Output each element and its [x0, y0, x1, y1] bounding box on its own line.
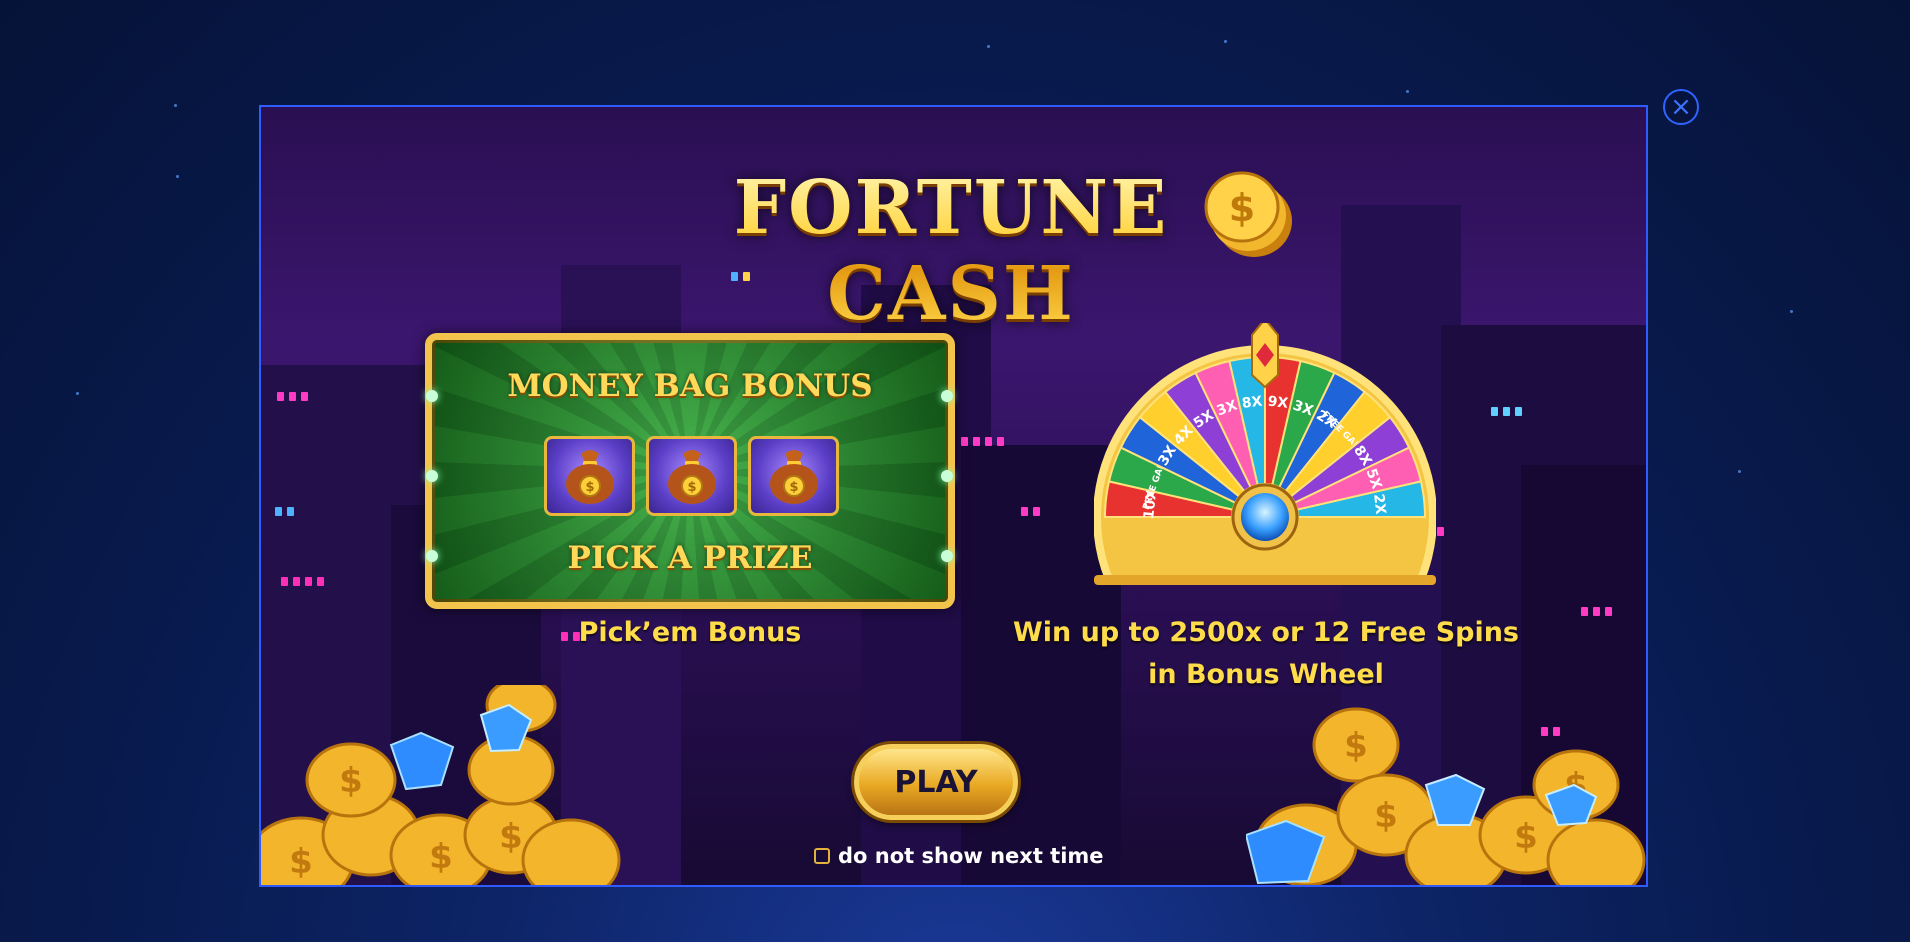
money-bag-row: $ $ $: [544, 436, 839, 516]
svg-text:$: $: [1229, 186, 1255, 230]
diamond-hub-icon: [1241, 493, 1289, 541]
dont-show-toggle[interactable]: do not show next time: [814, 844, 1104, 868]
play-button[interactable]: PLAY: [854, 744, 1018, 820]
money-bag-tile[interactable]: $: [748, 436, 839, 516]
wheel-segment-label: 8X: [1241, 394, 1263, 412]
panel-light: [941, 390, 953, 402]
game-title: FORTUNE CASH: [641, 165, 1261, 337]
money-bag-tile[interactable]: $: [646, 436, 737, 516]
background-star: [1406, 90, 1409, 93]
money-bag-tile[interactable]: $: [544, 436, 635, 516]
svg-text:$: $: [1514, 817, 1538, 857]
dont-show-label: do not show next time: [838, 844, 1104, 868]
coin-pile-left: $ $ $ $: [261, 685, 621, 885]
svg-text:$: $: [1344, 726, 1368, 766]
background-star: [1224, 40, 1227, 43]
panel-light: [426, 390, 438, 402]
money-bag-icon: $: [769, 450, 818, 504]
svg-text:$: $: [1374, 796, 1398, 836]
background-star: [176, 175, 179, 178]
svg-text:$: $: [789, 480, 798, 495]
money-bag-bonus-panel: MONEY BAG BONUS $ $ $ PICK A PRIZE: [425, 333, 955, 609]
bonus-wheel-graphic: 10XFREE GAMES3X4X5X3X 8X 9X 3X2XFREE GAMES8…: [1094, 317, 1436, 585]
wheel-caption-line1: Win up to 2500x or 12 Free Spins: [1012, 617, 1520, 648]
pick-a-prize-label: PICK A PRIZE: [567, 540, 813, 576]
background-star: [987, 45, 990, 48]
money-bag-icon: $: [667, 450, 716, 504]
svg-text:$: $: [339, 761, 363, 801]
bonus-wheel: 10X FREE GAMES 3X 4X 5X 3X 8X 9X 3X 2X FREE GAMES 8…: [1094, 317, 1436, 607]
coin-pile-right: $$$$: [1246, 707, 1646, 885]
close-button[interactable]: ×: [1663, 89, 1699, 125]
money-bag-icon: $: [565, 450, 614, 504]
pickem-caption: Pick’em Bonus: [578, 617, 802, 648]
svg-text:$: $: [585, 480, 594, 495]
close-icon: ×: [1670, 92, 1692, 122]
background-star: [76, 392, 79, 395]
wheel-segment-label: 2X: [1370, 493, 1388, 515]
panel-light: [426, 470, 438, 482]
svg-text:$: $: [429, 837, 453, 877]
panel-light: [426, 550, 438, 562]
panel-light: [941, 550, 953, 562]
blue-gem-icon: [389, 731, 455, 791]
background-star: [1738, 470, 1741, 473]
coin-stack-icon: $: [1204, 171, 1292, 257]
panel-light: [941, 470, 953, 482]
promo-modal: FORTUNE CASH $ MONEY BAG BONUS $ $ $ PIC…: [259, 105, 1648, 887]
background-star: [174, 104, 177, 107]
wheel-segment-label: 9X: [1267, 394, 1289, 412]
svg-text:$: $: [289, 842, 313, 882]
background-star: [1790, 310, 1793, 313]
money-bag-bonus-heading: MONEY BAG BONUS: [507, 368, 873, 404]
svg-text:$: $: [687, 480, 696, 495]
svg-text:$: $: [499, 817, 523, 857]
dont-show-checkbox[interactable]: [814, 848, 830, 864]
